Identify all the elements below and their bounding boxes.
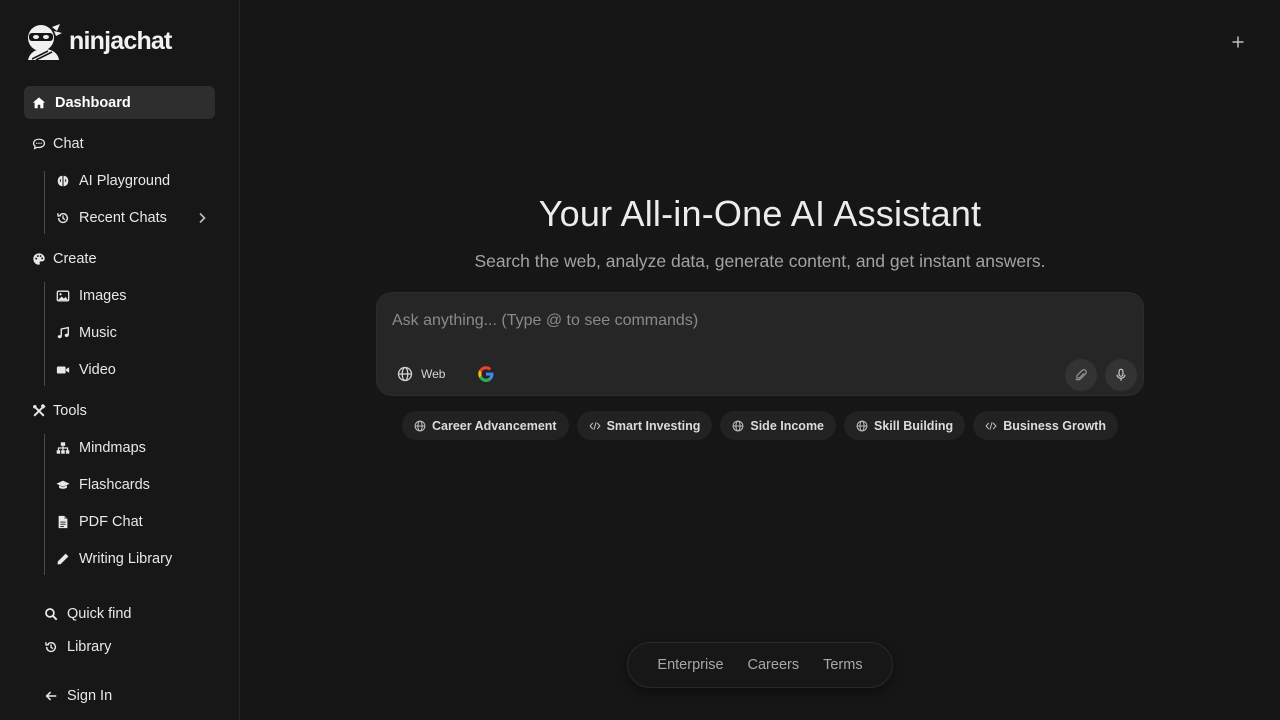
web-search-toggle[interactable]: Web (389, 359, 453, 389)
sidebar-item-label: Sign In (67, 688, 113, 704)
chip-skill-building[interactable]: Skill Building (844, 411, 966, 440)
sidebar: ninjachat Dashboard Chat AI Playground R… (0, 0, 240, 720)
sidebar-item-mindmaps[interactable]: Mindmaps (55, 432, 215, 464)
chat-bubble-icon (31, 136, 47, 152)
sidebar-item-flashcards[interactable]: Flashcards (55, 469, 215, 501)
web-label: Web (421, 367, 446, 381)
rail-create (44, 282, 45, 386)
chip-label: Side Income (750, 418, 825, 433)
code-icon (985, 421, 997, 430)
suggestion-chips: Career Advancement Smart Investing Side … (240, 411, 1280, 440)
sidebar-item-sign-in[interactable]: Sign In (43, 680, 112, 712)
sidebar-item-video[interactable]: Video (55, 354, 215, 386)
sidebar-item-dashboard[interactable]: Dashboard (24, 86, 215, 119)
logo[interactable]: ninjachat (24, 22, 172, 62)
footer-links: Enterprise Careers Terms (627, 642, 893, 688)
chip-label: Career Advancement (432, 418, 557, 433)
chevron-right-icon[interactable] (195, 211, 209, 225)
sidebar-item-label: PDF Chat (79, 514, 143, 530)
rail-tools (44, 434, 45, 575)
ninja-logo-icon (28, 24, 62, 61)
sidebar-item-quick-find[interactable]: Quick find (43, 598, 131, 630)
code-icon (589, 421, 601, 430)
sidebar-item-music[interactable]: Music (55, 317, 215, 349)
sidebar-section-create[interactable]: Create (31, 243, 97, 275)
sidebar-section-chat[interactable]: Chat (31, 128, 84, 160)
chip-career-advancement[interactable]: Career Advancement (402, 411, 569, 440)
tools-icon (31, 403, 47, 419)
home-icon (31, 95, 47, 111)
brand-name: ninjachat (69, 26, 172, 55)
globe-icon (856, 420, 868, 431)
hero-title: Your All-in-One AI Assistant (538, 193, 982, 234)
sidebar-item-ai-playground[interactable]: AI Playground (55, 165, 215, 197)
music-note-icon (55, 325, 71, 341)
sidebar-section-label: Create (53, 251, 97, 267)
chip-business-growth[interactable]: Business Growth (973, 411, 1118, 440)
chip-label: Smart Investing (606, 418, 701, 433)
palette-icon (31, 251, 47, 267)
paperclip-icon (1075, 369, 1087, 381)
sidebar-item-label: Music (79, 325, 117, 341)
search-icon (43, 606, 59, 622)
google-icon[interactable] (477, 365, 495, 383)
graduation-cap-icon (55, 477, 71, 493)
footer-link-enterprise[interactable]: Enterprise (657, 657, 723, 673)
image-icon (55, 288, 71, 304)
arrow-left-icon (43, 688, 59, 704)
chat-input[interactable] (392, 309, 1092, 333)
sidebar-item-label: Video (79, 362, 116, 378)
chip-side-income[interactable]: Side Income (720, 411, 837, 440)
voice-input-button[interactable] (1105, 359, 1137, 391)
sidebar-item-writing-library[interactable]: Writing Library (55, 543, 215, 575)
sidebar-item-label: AI Playground (79, 173, 171, 189)
sidebar-item-label: Quick find (67, 606, 132, 622)
sidebar-item-label: Dashboard (55, 94, 131, 111)
chip-label: Business Growth (1003, 418, 1106, 433)
sitemap-icon (55, 440, 71, 456)
sidebar-item-label: Flashcards (79, 477, 150, 493)
sidebar-item-label: Recent Chats (79, 210, 167, 226)
sidebar-item-label: Mindmaps (79, 440, 146, 456)
rail-chat (44, 171, 45, 234)
sidebar-item-label: Images (79, 288, 127, 304)
microphone-icon (1116, 368, 1126, 381)
sidebar-item-recent-chats[interactable]: Recent Chats (55, 202, 215, 234)
hero-subtitle: Search the web, analyze data, generate c… (474, 251, 1046, 271)
sidebar-item-label: Writing Library (79, 551, 173, 567)
globe-icon (397, 366, 413, 382)
footer-link-careers[interactable]: Careers (748, 657, 800, 673)
chip-smart-investing[interactable]: Smart Investing (576, 411, 713, 440)
video-camera-icon (55, 362, 71, 378)
brain-icon (55, 173, 71, 189)
globe-icon (414, 420, 426, 431)
sidebar-item-images[interactable]: Images (55, 280, 215, 312)
attach-button[interactable] (1065, 359, 1097, 391)
sidebar-section-label: Chat (53, 136, 84, 152)
sidebar-item-library[interactable]: Library (43, 631, 111, 663)
file-icon (55, 514, 71, 530)
new-chat-plus-icon[interactable] (1228, 32, 1248, 52)
history-icon (55, 210, 71, 226)
sidebar-item-pdf-chat[interactable]: PDF Chat (55, 506, 215, 538)
sidebar-section-label: Tools (53, 403, 87, 419)
globe-icon (732, 420, 744, 431)
sidebar-item-label: Library (67, 639, 112, 655)
history-icon (43, 639, 59, 655)
main-content: Your All-in-One AI Assistant Search the … (240, 0, 1280, 720)
chat-composer: Web (376, 292, 1144, 396)
sidebar-section-tools[interactable]: Tools (31, 395, 87, 427)
chip-label: Skill Building (874, 418, 954, 433)
footer-link-terms[interactable]: Terms (823, 657, 862, 673)
pencil-icon (55, 551, 71, 567)
